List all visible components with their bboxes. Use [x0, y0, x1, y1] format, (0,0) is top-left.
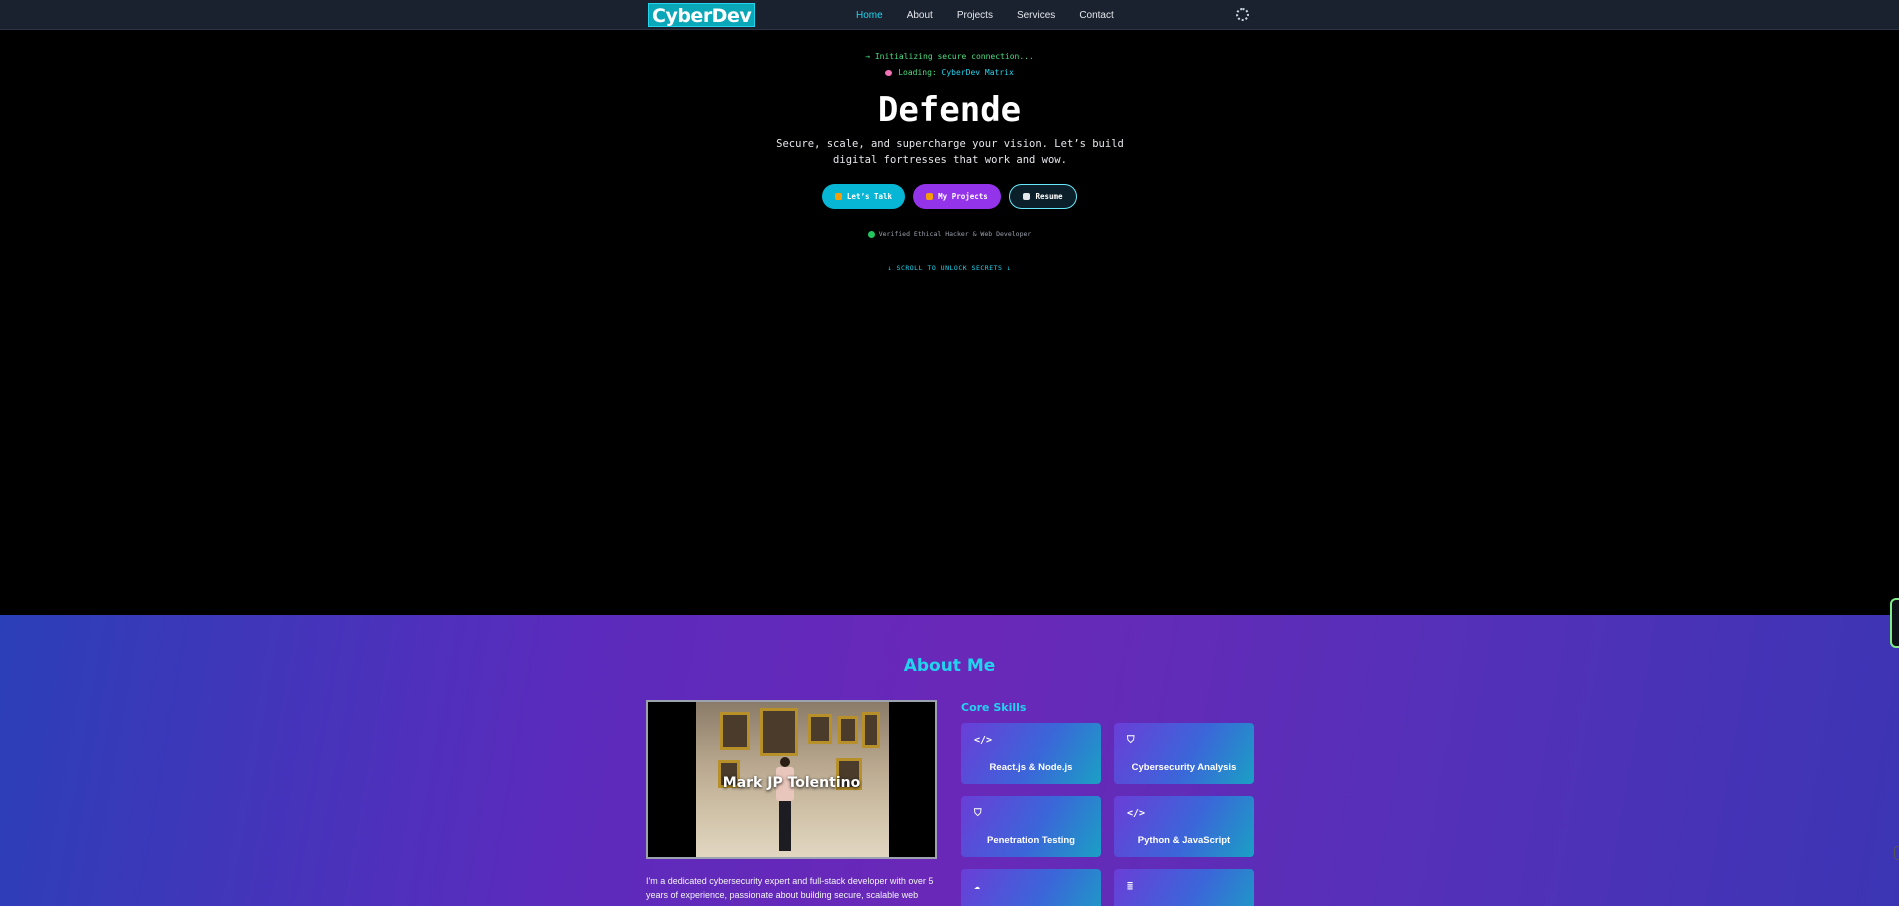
my-projects-button[interactable]: My Projects — [913, 184, 1001, 209]
shield-icon: ⛉ — [974, 808, 982, 819]
nav-link-about[interactable]: About — [907, 10, 933, 21]
loading-spinner-icon[interactable] — [1236, 8, 1249, 21]
lets-talk-label: Let’s Talk — [846, 192, 893, 201]
painting — [838, 716, 858, 744]
about-title: About Me — [903, 656, 996, 676]
lets-talk-button[interactable]: Let’s Talk — [822, 184, 905, 209]
hero-title: Defende — [877, 90, 1022, 130]
check-icon — [867, 230, 875, 238]
painting — [760, 708, 798, 756]
document-icon — [1023, 193, 1031, 200]
code-icon: </> — [974, 735, 993, 746]
side-widget-tab[interactable] — [1890, 598, 1899, 648]
skill-card-pentesting[interactable]: ⛉ Penetration Testing — [961, 796, 1101, 857]
verified-badge: Verified Ethical Hacker & Web Developer — [0, 230, 1899, 238]
loading-highlight: CyberDev Matrix — [941, 68, 1014, 77]
rocket-icon — [926, 193, 934, 200]
skill-card-cybersecurity[interactable]: ⛉ Cybersecurity Analysis — [1114, 723, 1254, 784]
terminal-line-loading: Loading: CyberDev Matrix — [0, 68, 1899, 77]
resume-label: Resume — [1035, 192, 1063, 201]
nav-link-home[interactable]: Home — [856, 10, 883, 21]
skill-label: Python & JavaScript — [1137, 835, 1231, 846]
skill-card-cloud[interactable]: ☁ — [961, 869, 1101, 906]
profile-photo-frame: Mark JP Tolentino — [646, 700, 937, 859]
about-description: I'm a dedicated cybersecurity expert and… — [646, 876, 934, 900]
navbar: CyberDev Home About Projects Services Co… — [0, 0, 1899, 30]
skill-label: Penetration Testing — [987, 835, 1075, 846]
person-figure — [776, 757, 794, 857]
skill-label: Cybersecurity Analysis — [1131, 762, 1237, 773]
nav-link-contact[interactable]: Contact — [1079, 10, 1113, 21]
resume-button[interactable]: Resume — [1009, 184, 1077, 209]
hero-subtitle: Secure, scale, and supercharge your visi… — [776, 138, 1124, 166]
code-icon: </> — [1127, 808, 1146, 819]
core-skills-title: Core Skills — [961, 701, 1027, 714]
shield-icon: ⛉ — [1127, 735, 1135, 746]
side-handle[interactable] — [1894, 846, 1899, 860]
painting — [862, 712, 880, 748]
painting — [808, 714, 832, 744]
painting — [720, 712, 750, 750]
skill-card-react-node[interactable]: </> React.js & Node.js — [961, 723, 1101, 784]
loading-prefix: Loading: — [898, 68, 942, 77]
about-section: About Me Mark JP Tolentino I'm a dedicat… — [0, 615, 1899, 906]
nav-link-services[interactable]: Services — [1017, 10, 1055, 21]
nav-links: Home About Projects Services Contact — [856, 0, 1138, 30]
site-logo[interactable]: CyberDev — [648, 3, 756, 27]
hero-buttons: Let’s Talk My Projects Resume — [0, 184, 1899, 209]
hero-section: → Initializing secure connection... Load… — [0, 30, 1899, 615]
terminal-line-init: → Initializing secure connection... — [865, 52, 1034, 61]
skill-card-database[interactable]: ≣ — [1114, 869, 1254, 906]
profile-name: Mark JP Tolentino — [722, 775, 861, 791]
brain-icon — [885, 69, 893, 76]
skill-card-python-js[interactable]: </> Python & JavaScript — [1114, 796, 1254, 857]
my-projects-label: My Projects — [938, 192, 988, 201]
skill-label: React.js & Node.js — [989, 762, 1073, 773]
cloud-icon: ☁ — [974, 881, 981, 892]
database-icon: ≣ — [1127, 881, 1134, 892]
scroll-hint[interactable]: ↓ SCROLL TO UNLOCK SECRETS ↓ — [0, 264, 1899, 272]
wave-icon — [834, 193, 842, 200]
nav-link-projects[interactable]: Projects — [957, 10, 993, 21]
verified-text: Verified Ethical Hacker & Web Developer — [878, 230, 1032, 238]
